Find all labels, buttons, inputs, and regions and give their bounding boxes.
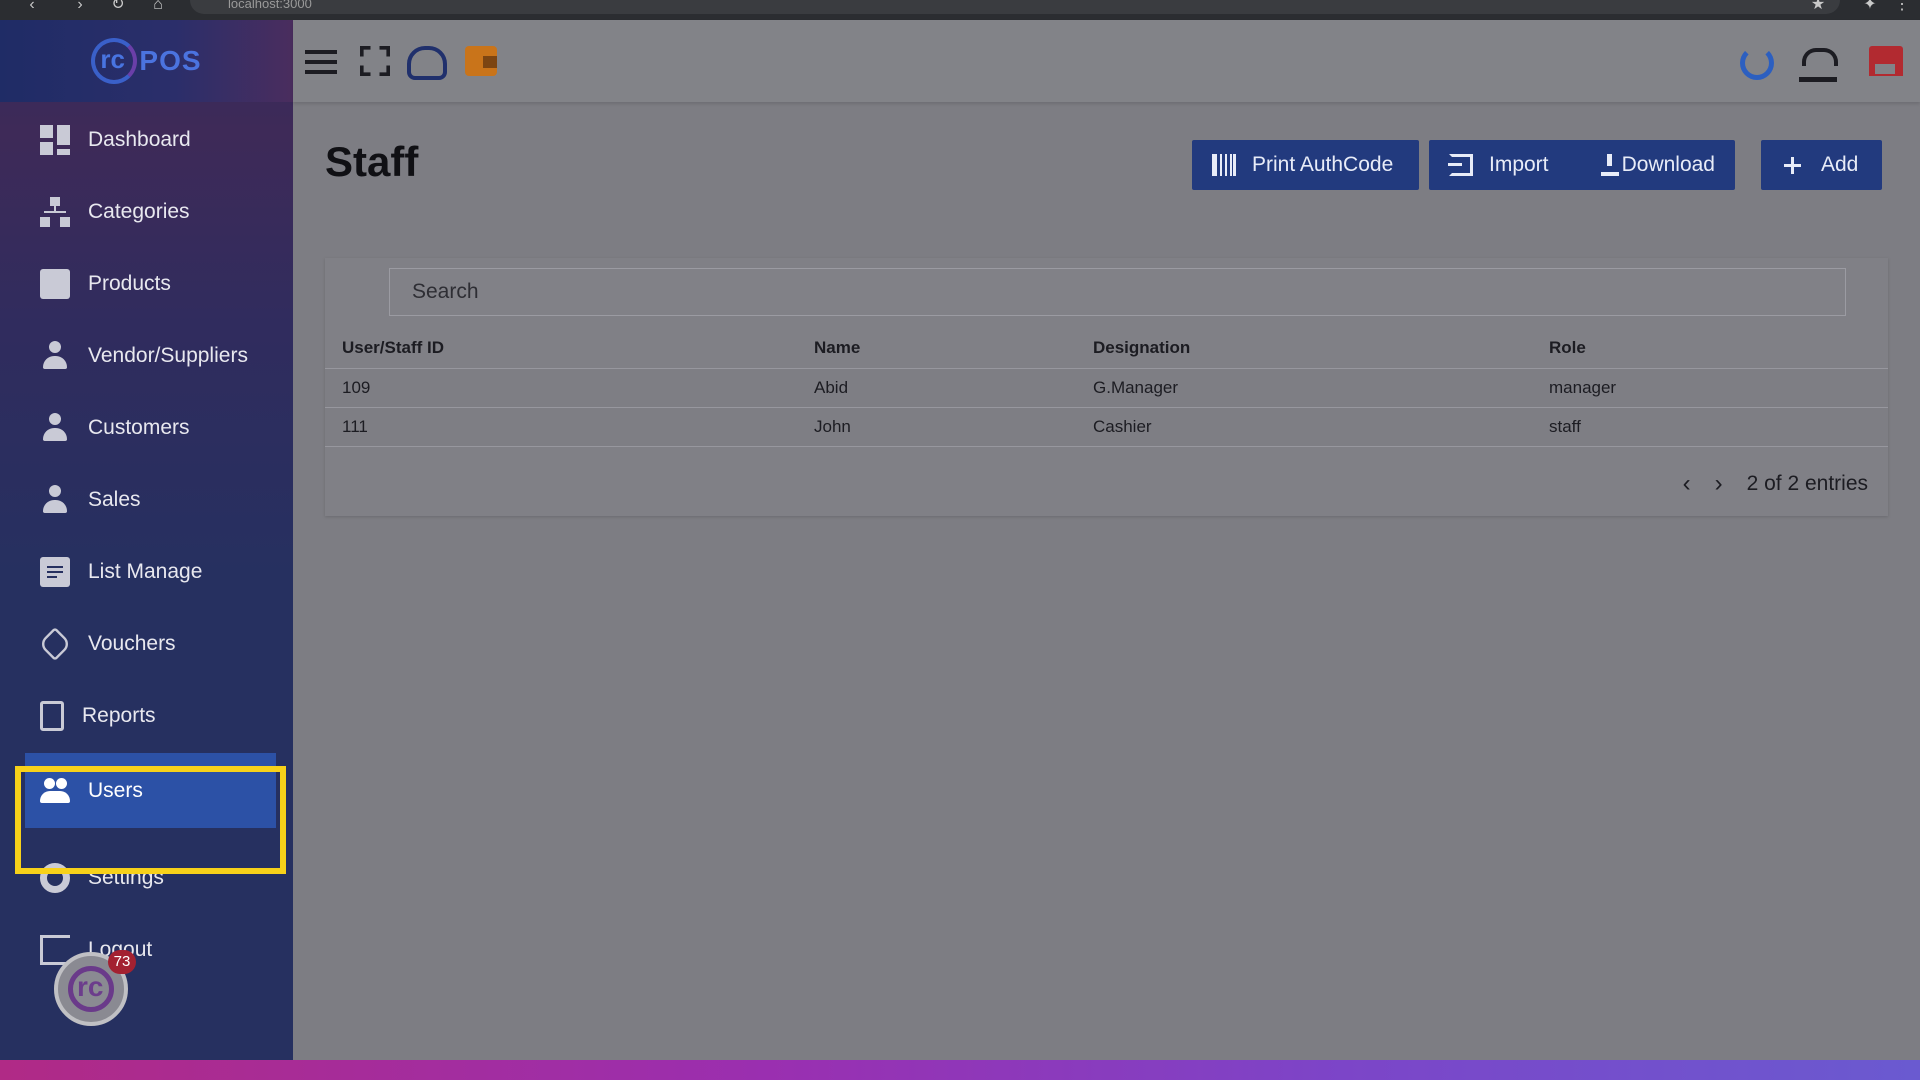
pagination: ‹ › 2 of 2 entries — [1683, 470, 1868, 498]
sidebar-item-dashboard[interactable]: Dashboard — [0, 110, 293, 170]
sidebar-item-label: Vendor/Suppliers — [88, 344, 248, 367]
sidebar-item-label: List Manage — [88, 560, 203, 583]
hamburger-icon[interactable] — [305, 46, 339, 78]
sidebar-item-label: Vouchers — [88, 632, 176, 655]
sidebar-item-customers[interactable]: Customers — [0, 398, 293, 458]
rc-logo-icon — [68, 966, 114, 1012]
sidebar: POS Dashboard Categories Products Vendor… — [0, 20, 293, 1060]
sidebar-item-label: Customers — [88, 416, 190, 439]
person-icon — [40, 413, 70, 443]
staff-table-card: User/Staff ID Name Designation Role 109 … — [325, 258, 1888, 516]
column-header-designation[interactable]: Designation — [1076, 328, 1532, 369]
cell-name: John — [797, 407, 1076, 447]
browser-toolbar: ‹ › ↻ ⌂ localhost:3000 ★ ✦ ⋮ — [0, 0, 1920, 20]
sidebar-item-label: Sales — [88, 488, 141, 511]
cell-role: manager — [1532, 368, 1888, 408]
download-button[interactable]: Download — [1578, 140, 1735, 190]
chevron-right-icon[interactable]: › — [1715, 470, 1723, 498]
sidebar-item-vouchers[interactable]: Vouchers — [0, 614, 293, 674]
address-text: localhost:3000 — [228, 0, 312, 11]
floating-logo-button[interactable]: 73 — [54, 950, 136, 1026]
print-authcode-label: Print AuthCode — [1252, 153, 1394, 176]
person-icon — [40, 341, 70, 371]
table-header-row: User/Staff ID Name Designation Role — [325, 328, 1888, 369]
bookmark-icon[interactable]: ★ — [1808, 0, 1828, 14]
scale-icon[interactable] — [1799, 46, 1838, 82]
main-content: Staff Print AuthCode Import Download Add… — [293, 102, 1920, 1060]
cell-role: staff — [1532, 407, 1888, 447]
sidebar-item-label: Categories — [88, 200, 190, 223]
dashboard-icon — [40, 125, 70, 155]
store-icon[interactable] — [1869, 46, 1903, 76]
menu-icon[interactable]: ⋮ — [1892, 0, 1912, 14]
print-authcode-button[interactable]: Print AuthCode — [1192, 140, 1419, 190]
sidebar-item-list-manage[interactable]: List Manage — [0, 542, 293, 602]
add-button[interactable]: Add — [1761, 140, 1882, 190]
import-button[interactable]: Import — [1429, 140, 1578, 190]
forward-icon[interactable]: › — [70, 0, 90, 14]
bottom-gradient-bar — [0, 1060, 1920, 1080]
download-label: Download — [1621, 153, 1715, 176]
cloud-print-icon[interactable] — [407, 46, 447, 80]
sidebar-item-vendor-suppliers[interactable]: Vendor/Suppliers — [0, 326, 293, 386]
reload-icon[interactable]: ↻ — [108, 0, 128, 14]
column-header-name[interactable]: Name — [797, 328, 1076, 369]
refresh-icon[interactable] — [1740, 46, 1774, 80]
brand-logo[interactable]: POS — [0, 20, 293, 102]
column-header-role[interactable]: Role — [1532, 328, 1888, 369]
cell-id: 111 — [325, 407, 797, 447]
wallet-icon[interactable] — [465, 46, 497, 76]
highlight-outline — [15, 766, 286, 874]
notification-badge: 73 — [108, 950, 136, 974]
top-toolbar — [293, 20, 1920, 102]
sidebar-item-products[interactable]: Products — [0, 254, 293, 314]
download-icon — [1598, 154, 1618, 176]
fullscreen-icon[interactable] — [360, 46, 390, 76]
logo-mark-icon — [91, 38, 138, 84]
sidebar-item-logout[interactable]: Logout — [0, 920, 293, 980]
sidebar-item-reports[interactable]: Reports — [0, 686, 293, 746]
search-input[interactable] — [389, 268, 1846, 316]
document-icon — [40, 701, 64, 731]
sidebar-item-label: Reports — [82, 704, 156, 727]
cell-designation: G.Manager — [1076, 368, 1532, 408]
table-row[interactable]: 111 John Cashier staff — [325, 407, 1888, 447]
page-title: Staff — [325, 138, 419, 185]
back-icon[interactable]: ‹ — [22, 0, 42, 14]
barcode-icon — [1212, 154, 1236, 176]
chevron-left-icon[interactable]: ‹ — [1683, 470, 1691, 498]
table-row[interactable]: 109 Abid G.Manager manager — [325, 368, 1888, 408]
column-header-id[interactable]: User/Staff ID — [325, 328, 797, 369]
sitemap-icon — [40, 197, 70, 227]
pagination-summary: 2 of 2 entries — [1746, 472, 1868, 495]
sidebar-item-categories[interactable]: Categories — [0, 182, 293, 242]
tag-icon — [38, 627, 72, 661]
plus-icon — [1781, 154, 1805, 176]
sidebar-item-sales[interactable]: Sales — [0, 470, 293, 530]
import-icon — [1448, 154, 1473, 176]
home-icon[interactable]: ⌂ — [148, 0, 168, 14]
sidebar-item-label: Dashboard — [88, 128, 191, 151]
person-icon — [40, 485, 70, 515]
box-icon — [40, 269, 70, 299]
extensions-icon[interactable]: ✦ — [1860, 0, 1880, 14]
clipboard-icon — [40, 557, 70, 587]
logo-text: POS — [139, 45, 202, 76]
add-label: Add — [1821, 153, 1859, 176]
cell-id: 109 — [325, 368, 797, 408]
cell-designation: Cashier — [1076, 407, 1532, 447]
address-bar[interactable]: localhost:3000 — [190, 0, 1840, 14]
sidebar-item-label: Products — [88, 272, 171, 295]
import-label: Import — [1489, 153, 1549, 176]
cell-name: Abid — [797, 368, 1076, 408]
staff-table: User/Staff ID Name Designation Role 109 … — [325, 328, 1888, 447]
